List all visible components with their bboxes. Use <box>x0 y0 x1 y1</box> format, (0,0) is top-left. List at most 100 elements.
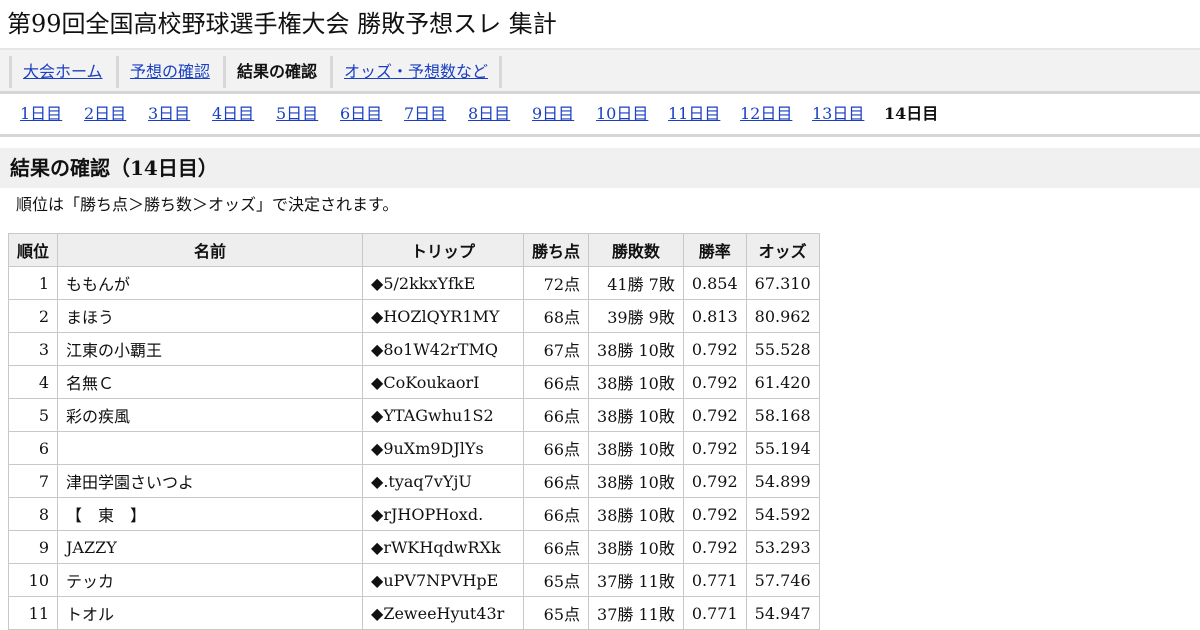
table-row: 6 ◆9uXm9DJlYs 66点 38勝 10敗 0.792 55.194 <box>7 431 820 465</box>
day-item-7[interactable]: 7日目 <box>404 104 446 124</box>
nav-item-predictions[interactable]: 予想の確認 <box>116 56 210 88</box>
cell-rank: 10 <box>7 563 59 597</box>
cell-odds: 55.194 <box>745 431 820 465</box>
cell-rate: 0.792 <box>682 530 747 564</box>
day-link-6[interactable]: 6日目 <box>340 104 382 123</box>
cell-trip: ◆uPV7NPVHpE <box>362 563 525 597</box>
day-link-1[interactable]: 1日目 <box>20 104 62 123</box>
cell-rate: 0.792 <box>682 365 747 399</box>
cell-odds: 53.293 <box>745 530 820 564</box>
day-link-9[interactable]: 9日目 <box>532 104 574 123</box>
cell-points: 72点 <box>523 266 590 300</box>
day-link-2[interactable]: 2日目 <box>84 104 126 123</box>
cell-trip: ◆rJHOPHoxd. <box>362 497 525 531</box>
nav-link-predictions[interactable]: 予想の確認 <box>130 62 210 81</box>
cell-name: ももんが <box>57 266 364 300</box>
cell-points: 66点 <box>523 497 590 531</box>
day-item-1[interactable]: 1日目 <box>20 104 62 124</box>
day-item-3[interactable]: 3日目 <box>148 104 190 124</box>
cell-odds: 54.899 <box>745 464 820 498</box>
day-link-11[interactable]: 11日目 <box>668 104 720 123</box>
cell-odds: 54.592 <box>745 497 820 531</box>
cell-rank: 2 <box>7 299 59 333</box>
cell-rank: 8 <box>7 497 59 531</box>
day-link-8[interactable]: 8日目 <box>468 104 510 123</box>
nav-link-home[interactable]: 大会ホーム <box>23 62 103 81</box>
nav-item-home[interactable]: 大会ホーム <box>9 56 103 88</box>
day-current-14: 14日目 <box>884 104 939 123</box>
day-link-10[interactable]: 10日目 <box>596 104 648 123</box>
table-row: 5 彩の疾風 ◆YTAGwhu1S2 66点 38勝 10敗 0.792 58.168 <box>7 398 820 432</box>
cell-points: 66点 <box>523 464 590 498</box>
day-item-9[interactable]: 9日目 <box>532 104 574 124</box>
cell-win-loss: 38勝 10敗 <box>588 398 684 432</box>
table-row: 7 津田学園さいつよ ◆.tyaq7vYjU 66点 38勝 10敗 0.792 54.89… <box>7 464 820 498</box>
cell-trip: ◆5/2kkxYfkE <box>362 266 525 300</box>
cell-odds: 61.420 <box>745 365 820 399</box>
nav-current-results: 結果の確認 <box>237 62 318 81</box>
day-link-4[interactable]: 4日目 <box>212 104 254 123</box>
cell-rate: 0.792 <box>682 332 747 366</box>
cell-win-loss: 38勝 10敗 <box>588 365 684 399</box>
cell-trip: ◆8o1W42rTMQ <box>362 332 525 366</box>
cell-rank: 4 <box>7 365 59 399</box>
cell-odds: 67.310 <box>745 266 820 300</box>
cell-trip: ◆.tyaq7vYjU <box>362 464 525 498</box>
day-link-13[interactable]: 13日目 <box>812 104 864 123</box>
cell-win-loss: 41勝 7敗 <box>588 266 684 300</box>
day-link-3[interactable]: 3日目 <box>148 104 190 123</box>
cell-win-loss: 38勝 10敗 <box>588 530 684 564</box>
day-item-14: 14日目 <box>884 104 938 124</box>
cell-rate: 0.792 <box>682 497 747 531</box>
cell-name: 彩の疾風 <box>57 398 364 432</box>
results-table: 順位 名前 トリップ 勝ち点 勝敗数 勝率 オッズ 1 ももんが ◆5/2kkxYf… <box>7 233 820 630</box>
header-win-loss: 勝敗数 <box>588 233 684 267</box>
day-item-2[interactable]: 2日目 <box>84 104 126 124</box>
cell-rate: 0.771 <box>682 596 747 630</box>
cell-rank: 3 <box>7 332 59 366</box>
cell-rank: 7 <box>7 464 59 498</box>
cell-rank: 5 <box>7 398 59 432</box>
cell-trip: ◆9uXm9DJlYs <box>362 431 525 465</box>
table-row: 9 JAZZY ◆rWKHqdwRXk 66点 38勝 10敗 0.792 53.293 <box>7 530 820 564</box>
cell-name: 名無Ｃ <box>57 365 364 399</box>
day-item-4[interactable]: 4日目 <box>212 104 254 124</box>
cell-odds: 58.168 <box>745 398 820 432</box>
cell-trip: ◆HOZlQYR1MY <box>362 299 525 333</box>
day-nav: 1日目 2日目 3日目 4日目 5日目 6日目 7日目 8日目 9日目 10日目… <box>0 94 1200 137</box>
cell-trip: ◆YTAGwhu1S2 <box>362 398 525 432</box>
nav-item-odds[interactable]: オッズ・予想数など <box>330 56 503 88</box>
cell-rank: 1 <box>7 266 59 300</box>
day-item-10[interactable]: 10日目 <box>596 104 648 124</box>
day-item-13[interactable]: 13日目 <box>812 104 864 124</box>
cell-win-loss: 38勝 10敗 <box>588 332 684 366</box>
day-item-12[interactable]: 12日目 <box>740 104 792 124</box>
cell-win-loss: 37勝 11敗 <box>588 596 684 630</box>
day-item-5[interactable]: 5日目 <box>276 104 318 124</box>
day-link-7[interactable]: 7日目 <box>404 104 446 123</box>
header-name: 名前 <box>57 233 364 267</box>
cell-name: トオル <box>57 596 364 630</box>
day-item-6[interactable]: 6日目 <box>340 104 382 124</box>
cell-rate: 0.792 <box>682 464 747 498</box>
cell-name: 津田学園さいつよ <box>57 464 364 498</box>
cell-points: 67点 <box>523 332 590 366</box>
header-rank: 順位 <box>7 233 59 267</box>
day-link-5[interactable]: 5日目 <box>276 104 318 123</box>
cell-rank: 9 <box>7 530 59 564</box>
cell-win-loss: 38勝 10敗 <box>588 431 684 465</box>
nav-link-odds[interactable]: オッズ・予想数など <box>344 62 488 81</box>
cell-win-loss: 38勝 10敗 <box>588 497 684 531</box>
header-points: 勝ち点 <box>523 233 590 267</box>
cell-rank: 11 <box>7 596 59 630</box>
day-item-11[interactable]: 11日目 <box>668 104 720 124</box>
cell-odds: 57.746 <box>745 563 820 597</box>
day-item-8[interactable]: 8日目 <box>468 104 510 124</box>
cell-points: 65点 <box>523 563 590 597</box>
cell-points: 66点 <box>523 398 590 432</box>
day-link-12[interactable]: 12日目 <box>740 104 792 123</box>
cell-rank: 6 <box>7 431 59 465</box>
cell-rate: 0.854 <box>682 266 747 300</box>
cell-rate: 0.792 <box>682 398 747 432</box>
header-odds: オッズ <box>745 233 820 267</box>
